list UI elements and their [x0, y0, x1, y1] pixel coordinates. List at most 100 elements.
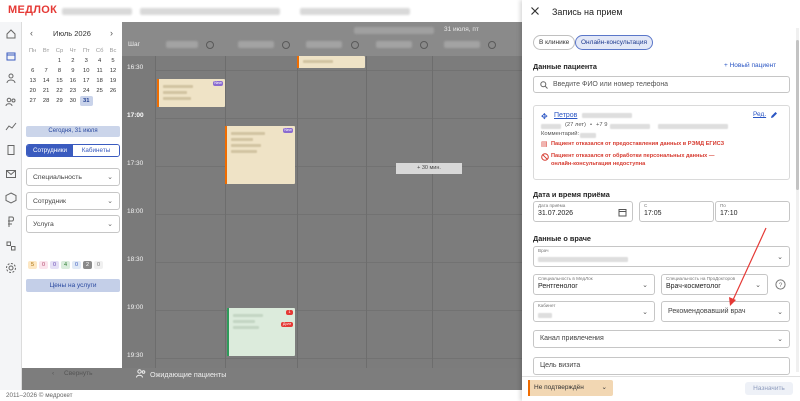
- edit-patient-link[interactable]: Ред.: [753, 111, 766, 118]
- documents-icon[interactable]: [5, 144, 17, 156]
- mode-clinic-chip[interactable]: В клинике: [533, 35, 576, 50]
- counter-badge[interactable]: 0: [39, 261, 48, 269]
- prices-button[interactable]: Цены на услуги: [26, 279, 120, 292]
- calendar-day[interactable]: 21: [39, 86, 52, 96]
- room-select[interactable]: Кабинет ⌄: [533, 301, 655, 322]
- appointment-card[interactable]: 1 Долг: [227, 308, 295, 356]
- counter-badge[interactable]: 0: [50, 261, 59, 269]
- time-to-field[interactable]: По 17:10: [715, 201, 790, 222]
- appointment-card[interactable]: [297, 56, 365, 68]
- doctor-avatar-icon[interactable]: [488, 41, 496, 49]
- integrations-icon[interactable]: [5, 240, 17, 252]
- calendar-day[interactable]: 25: [93, 86, 106, 96]
- time-label: 19:00: [127, 304, 144, 311]
- calendar-day[interactable]: 29: [53, 96, 66, 106]
- calendar-day[interactable]: 4: [93, 56, 106, 66]
- calendar-day[interactable]: 27: [26, 96, 39, 106]
- step-label[interactable]: Шаг: [128, 41, 140, 48]
- free-slot-note[interactable]: + 30 мин.: [396, 163, 462, 174]
- finance-icon[interactable]: [5, 216, 17, 228]
- calendar-day[interactable]: 1: [53, 56, 66, 66]
- calendar-day-today[interactable]: 31: [79, 96, 93, 106]
- calendar-day[interactable]: 14: [39, 76, 52, 86]
- calendar-day[interactable]: 7: [39, 66, 52, 76]
- calendar-day[interactable]: 28: [39, 96, 52, 106]
- specialty-medlok-select[interactable]: Специальность в МедЛок Рентгенолог ⌄: [533, 274, 655, 295]
- patient-search-input[interactable]: Введите ФИО или номер телефона: [533, 76, 790, 93]
- calendar-day[interactable]: 13: [26, 76, 39, 86]
- mode-online-chip[interactable]: Онлайн-консультация: [575, 35, 653, 50]
- calendar-day[interactable]: 18: [93, 76, 106, 86]
- counter-badge[interactable]: 0: [94, 261, 103, 269]
- collapse-button[interactable]: ‹ Свернуть: [22, 368, 122, 380]
- specialty-prodoctorov-select[interactable]: Специальность на ПроДокторов Врач-космет…: [661, 274, 768, 295]
- calendar-day[interactable]: 16: [66, 76, 79, 86]
- pencil-icon[interactable]: [770, 111, 778, 119]
- close-icon[interactable]: [530, 6, 540, 16]
- today-button[interactable]: Сегодня, 31 июля: [26, 126, 120, 137]
- next-month-icon[interactable]: ›: [110, 28, 113, 38]
- calendar-day[interactable]: 8: [53, 66, 66, 76]
- calendar-day: [93, 96, 106, 106]
- calendar-day[interactable]: 17: [80, 76, 93, 86]
- waiting-patients-button[interactable]: Ожидающие пациенты: [122, 368, 522, 380]
- doctor-avatar-icon[interactable]: [351, 41, 359, 49]
- logo-icon: ✥: [541, 112, 548, 121]
- calendar-day[interactable]: 24: [80, 86, 93, 96]
- service-select[interactable]: Услуга ⌄: [26, 215, 120, 233]
- employee-select[interactable]: Сотрудник ⌄: [26, 192, 120, 210]
- tab-staff[interactable]: Сотрудники: [27, 145, 73, 156]
- specialty-select[interactable]: Специальность ⌄: [26, 168, 120, 186]
- calendar-day[interactable]: 9: [66, 66, 79, 76]
- help-icon[interactable]: ?: [775, 279, 786, 290]
- doctor-avatar-icon[interactable]: [420, 41, 428, 49]
- calendar-day[interactable]: 12: [106, 66, 119, 76]
- counter-badge[interactable]: 2: [83, 261, 92, 269]
- scrollbar-thumb[interactable]: [796, 40, 799, 190]
- doctor-select[interactable]: Врач ⌄: [533, 246, 790, 267]
- app-logo[interactable]: МЕДЛОК: [8, 4, 57, 16]
- warning-remd: Пациент отказался от предоставления данн…: [551, 141, 725, 147]
- calendar-day[interactable]: 19: [106, 76, 119, 86]
- calendar-day[interactable]: 11: [93, 66, 106, 76]
- appointment-card[interactable]: New: [225, 126, 295, 184]
- doctor-avatar-icon[interactable]: [282, 41, 290, 49]
- patient-name-link[interactable]: Петров: [554, 112, 577, 119]
- referring-doctor-select[interactable]: Рекомендовавший врач ⌄: [661, 301, 790, 322]
- home-icon[interactable]: [5, 28, 17, 40]
- patients-icon[interactable]: [5, 72, 17, 84]
- counter-badge[interactable]: 5: [28, 261, 37, 269]
- calendar-day[interactable]: 10: [80, 66, 93, 76]
- tab-rooms[interactable]: Кабинеты: [73, 145, 119, 156]
- calendar-day: [39, 56, 52, 66]
- messages-icon[interactable]: [5, 168, 17, 180]
- calendar-day[interactable]: 20: [26, 86, 39, 96]
- counter-badge[interactable]: 0: [72, 261, 81, 269]
- analytics-icon[interactable]: [5, 120, 17, 132]
- calendar-day[interactable]: 2: [66, 56, 79, 66]
- calendar-day[interactable]: 26: [106, 86, 119, 96]
- calendar-day[interactable]: 22: [53, 86, 66, 96]
- date-field[interactable]: Дата приёма 31.07.2026: [533, 201, 633, 222]
- time-from-field[interactable]: С 17:05: [639, 201, 714, 222]
- calendar-day[interactable]: 6: [26, 66, 39, 76]
- calendar-icon[interactable]: [618, 208, 627, 217]
- calendar-day[interactable]: 30: [66, 96, 79, 106]
- acquisition-channel-select[interactable]: Канал привлечения ⌄: [533, 330, 790, 348]
- submit-button[interactable]: Назначить: [745, 382, 793, 395]
- status-dropdown[interactable]: Не подтверждён ⌄: [528, 380, 613, 396]
- settings-icon[interactable]: [5, 262, 17, 274]
- doctor-section-title: Данные о враче: [533, 234, 591, 243]
- counter-badge[interactable]: 4: [61, 261, 70, 269]
- users-icon[interactable]: [5, 96, 17, 108]
- calendar-day[interactable]: 15: [53, 76, 66, 86]
- calendar-icon[interactable]: [5, 50, 17, 62]
- package-icon[interactable]: [5, 192, 17, 204]
- calendar-day[interactable]: 3: [80, 56, 93, 66]
- visit-goal-input[interactable]: Цель визита: [533, 357, 790, 375]
- doctor-avatar-icon[interactable]: [206, 41, 214, 49]
- new-patient-link[interactable]: + Новый пациент: [724, 62, 776, 69]
- appointment-card[interactable]: New: [157, 79, 225, 107]
- calendar-day[interactable]: 5: [106, 56, 119, 66]
- calendar-day[interactable]: 23: [66, 86, 79, 96]
